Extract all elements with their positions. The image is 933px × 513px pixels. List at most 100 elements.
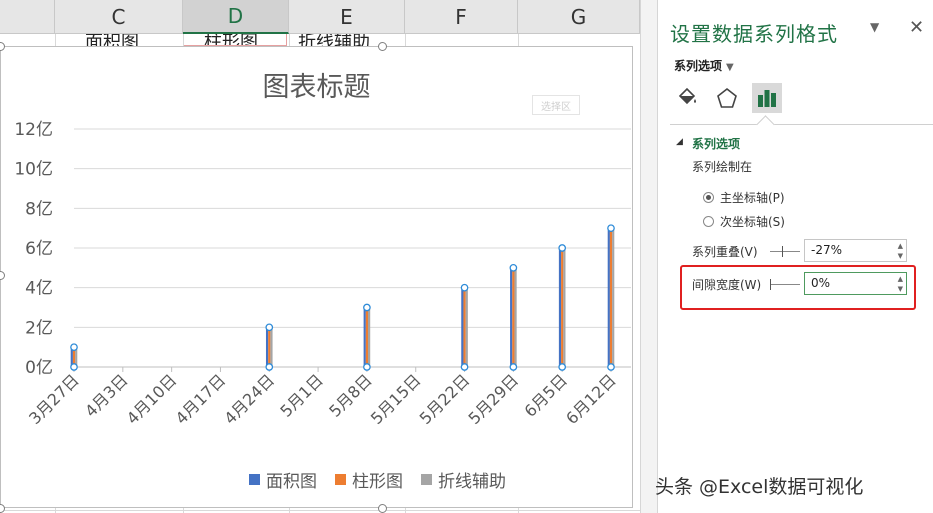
secondary-axis-radio[interactable] bbox=[703, 216, 714, 227]
column-header-f[interactable]: F bbox=[405, 0, 518, 34]
bar-1 bbox=[512, 267, 515, 367]
pane-title: 设置数据系列格式 bbox=[670, 22, 838, 46]
effects-icon[interactable] bbox=[712, 83, 742, 113]
column-header-d[interactable]: D bbox=[183, 0, 289, 34]
bar-1 bbox=[609, 228, 613, 367]
section-title[interactable]: 系列选项 bbox=[692, 135, 740, 152]
plot-on-label: 系列绘制在 bbox=[692, 160, 753, 174]
selection-handle bbox=[460, 363, 469, 371]
column-header-e[interactable]: E bbox=[289, 0, 405, 34]
resize-handle[interactable] bbox=[378, 504, 387, 513]
cell-text: 折线辅助 bbox=[298, 34, 370, 46]
x-tick-label: 4月17日 bbox=[172, 370, 230, 428]
bar-0 bbox=[558, 248, 562, 367]
bar-2 bbox=[612, 228, 615, 367]
plot-area[interactable]: 0亿2亿4亿6亿8亿10亿12亿3月27日4月3日4月10日4月17日4月24日… bbox=[1, 47, 634, 509]
y-tick-label: 8亿 bbox=[25, 199, 53, 219]
grid-line bbox=[0, 510, 640, 511]
tab-divider bbox=[670, 124, 933, 125]
y-tick-label: 6亿 bbox=[25, 239, 53, 259]
close-icon[interactable]: ✕ bbox=[909, 17, 924, 38]
x-tick-label: 5月29日 bbox=[465, 370, 523, 428]
bar-2 bbox=[465, 287, 468, 367]
x-tick-label: 4月10日 bbox=[123, 370, 181, 428]
bar-0 bbox=[510, 267, 513, 367]
primary-axis-radio[interactable] bbox=[703, 192, 714, 203]
selection-handle bbox=[460, 283, 469, 292]
column-letter: E bbox=[340, 4, 353, 29]
format-data-series-pane: 设置数据系列格式 ▼ ✕ 系列选项 ▼ ◢ 系列选项 系列绘制在 主坐标轴(P) … bbox=[657, 0, 933, 513]
column-header-blank[interactable] bbox=[0, 0, 55, 34]
column-header-g[interactable]: G bbox=[518, 0, 640, 34]
selection-handle bbox=[363, 363, 371, 371]
x-tick-label: 6月12日 bbox=[562, 370, 620, 428]
series-options-dropdown[interactable]: 系列选项 ▼ bbox=[674, 57, 734, 74]
column-letter: D bbox=[227, 4, 244, 28]
bar-2 bbox=[514, 267, 517, 367]
x-tick-label: 3月27日 bbox=[25, 370, 83, 428]
selection-handle bbox=[509, 263, 518, 272]
bar-1 bbox=[268, 327, 271, 367]
legend-swatch bbox=[421, 474, 432, 485]
pane-menu-chevron-icon[interactable]: ▼ bbox=[870, 20, 879, 34]
cell-d1[interactable]: 柱形图 bbox=[183, 34, 287, 46]
legend-item-line[interactable]: 折线辅助 bbox=[421, 467, 506, 492]
y-tick-label: 0亿 bbox=[25, 358, 53, 378]
bar-1 bbox=[463, 287, 466, 367]
cell-text: 柱形图 bbox=[204, 34, 258, 46]
chart-area[interactable]: 图表标题 选择区 0亿 2亿 4亿 6亿 8亿 10亿 12亿 3月27日 4月3日 4月10日 4… bbox=[0, 46, 633, 508]
bar-2 bbox=[368, 307, 371, 367]
secondary-axis-label[interactable]: 次坐标轴(S) bbox=[720, 213, 785, 230]
bar-2 bbox=[563, 248, 566, 367]
selection-handle bbox=[607, 363, 615, 371]
legend-item-column[interactable]: 柱形图 bbox=[335, 467, 403, 492]
x-tick-label: 5月22日 bbox=[416, 370, 474, 428]
legend-item-area[interactable]: 面积图 bbox=[249, 467, 317, 492]
bar-0 bbox=[461, 287, 464, 367]
y-tick-label: 2亿 bbox=[25, 318, 53, 338]
dropdown-label: 系列选项 bbox=[674, 59, 723, 73]
chart-legend[interactable]: 面积图 柱形图 折线辅助 bbox=[249, 467, 506, 492]
pane-splitter[interactable] bbox=[640, 0, 657, 513]
bar-1 bbox=[365, 307, 369, 367]
tab-pointer bbox=[756, 115, 775, 134]
watermark: 头条 @Excel数据可视化 bbox=[655, 476, 864, 498]
x-tick-label: 5月1日 bbox=[276, 370, 326, 420]
selection-handle bbox=[70, 363, 78, 371]
y-tick-label: 12亿 bbox=[14, 120, 53, 140]
legend-label: 面积图 bbox=[266, 472, 317, 492]
series-options-icon[interactable] bbox=[752, 83, 782, 113]
column-letter: C bbox=[111, 4, 126, 29]
column-letter: F bbox=[455, 4, 467, 29]
spin-up-icon[interactable]: ▲ bbox=[898, 242, 903, 250]
spin-down-icon[interactable]: ▼ bbox=[898, 252, 903, 260]
x-tick-label: 5月15日 bbox=[367, 370, 425, 428]
primary-axis-label[interactable]: 主坐标轴(P) bbox=[720, 189, 785, 206]
legend-swatch bbox=[249, 474, 260, 485]
cell-c1[interactable]: 面积图 bbox=[85, 34, 175, 46]
selection-handle bbox=[607, 224, 615, 233]
selection-handle bbox=[363, 303, 371, 312]
legend-label: 柱形图 bbox=[352, 472, 403, 492]
fill-line-icon[interactable] bbox=[672, 83, 702, 113]
overlap-slider[interactable] bbox=[770, 246, 800, 257]
selection-handle bbox=[558, 244, 567, 252]
resize-handle[interactable] bbox=[378, 42, 387, 51]
bar-0 bbox=[363, 307, 366, 367]
x-tick-label: 4月24日 bbox=[220, 370, 278, 428]
selection-handle bbox=[265, 323, 274, 332]
cell-text: 面积图 bbox=[85, 34, 139, 46]
bar-2 bbox=[270, 327, 273, 367]
overlap-spinner[interactable]: -27% ▲ ▼ bbox=[804, 239, 907, 262]
collapse-triangle-icon[interactable]: ◢ bbox=[676, 137, 683, 147]
overlap-value: -27% bbox=[811, 243, 843, 257]
legend-swatch bbox=[335, 474, 346, 485]
selection-handle bbox=[509, 363, 518, 371]
y-tick-label: 4亿 bbox=[25, 279, 53, 299]
legend-label: 折线辅助 bbox=[438, 472, 506, 492]
selection-handle bbox=[558, 363, 567, 371]
column-header-c[interactable]: C bbox=[55, 0, 183, 34]
bar-0 bbox=[607, 228, 610, 367]
bar-1 bbox=[561, 248, 564, 367]
highlight-box bbox=[680, 265, 916, 310]
